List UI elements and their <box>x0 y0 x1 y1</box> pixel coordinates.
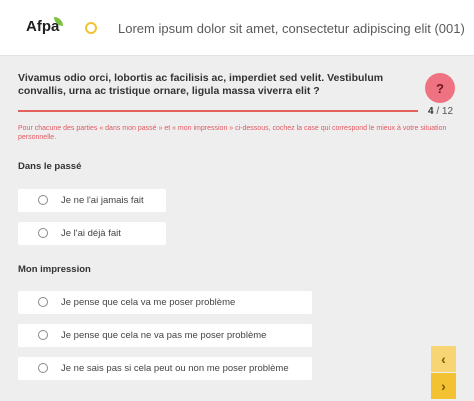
option-no-problem[interactable]: Je pense que cela ne va pas me poser pro… <box>18 324 312 347</box>
radio-button[interactable] <box>38 195 48 205</box>
instruction-text: Pour chacune des parties « dans mon pass… <box>18 125 447 141</box>
option-label: Je ne l'ai jamais fait <box>61 195 144 206</box>
next-button[interactable]: › <box>431 373 456 399</box>
option-never-done[interactable]: Je ne l'ai jamais fait <box>18 189 166 212</box>
counter-separator: / <box>433 106 442 117</box>
status-circle-icon <box>85 22 97 34</box>
app-header: Afpa Lorem ipsum dolor sit amet, consect… <box>0 0 474 56</box>
option-already-done[interactable]: Je l'ai déjà fait <box>18 222 166 245</box>
radio-button[interactable] <box>38 330 48 340</box>
chevron-right-icon: › <box>441 378 446 394</box>
radio-button[interactable] <box>38 363 48 373</box>
option-label: Je pense que cela ne va pas me poser pro… <box>61 330 267 341</box>
help-button[interactable]: ? <box>425 73 455 103</box>
option-will-be-problem[interactable]: Je pense que cela va me poser problème <box>18 291 312 314</box>
option-label: Je ne sais pas si cela peut ou non me po… <box>61 363 289 374</box>
total-question-count: 12 <box>441 106 454 117</box>
section-title-past: Dans le passé <box>18 161 82 172</box>
radio-button[interactable] <box>38 297 48 307</box>
radio-button[interactable] <box>38 228 48 238</box>
question-text: Vivamus odio orci, lobortis ac facilisis… <box>18 72 384 97</box>
question-counter: 4 / 12 <box>428 106 453 117</box>
option-unsure[interactable]: Je ne sais pas si cela peut ou non me po… <box>18 357 312 380</box>
option-label: Je pense que cela va me poser problème <box>61 297 236 308</box>
previous-button[interactable]: ‹ <box>431 346 456 372</box>
progress-bar <box>18 110 418 112</box>
page-title: Lorem ipsum dolor sit amet, consectetur … <box>118 21 465 36</box>
option-label: Je l'ai déjà fait <box>61 228 121 239</box>
section-title-impression: Mon impression <box>18 264 91 275</box>
chevron-left-icon: ‹ <box>441 351 446 367</box>
